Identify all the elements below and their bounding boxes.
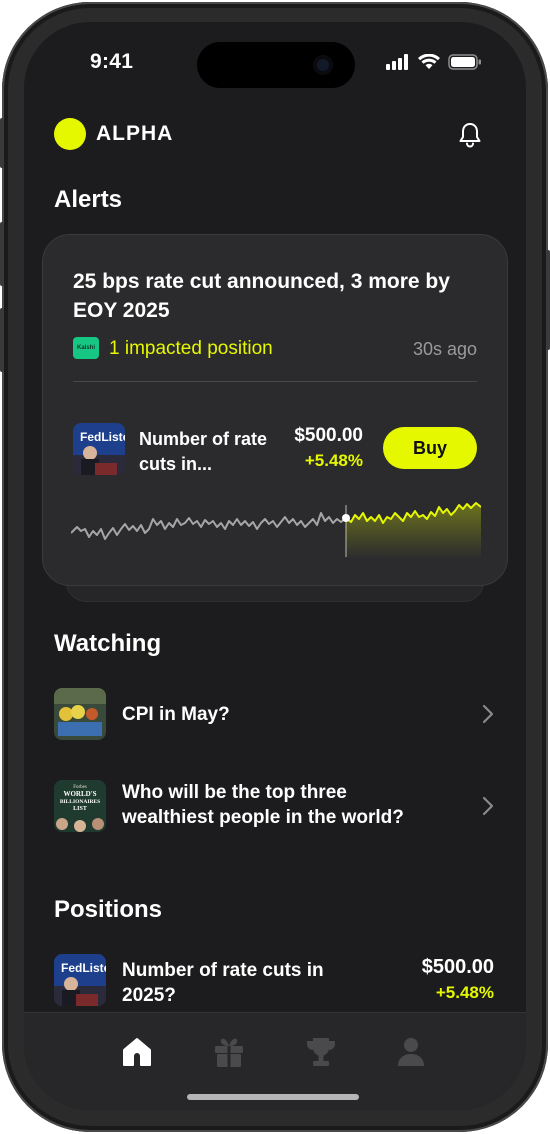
status-time: 9:41	[90, 50, 134, 73]
price-sparkline	[71, 502, 481, 559]
alert-timestamp: 30s ago	[412, 339, 477, 359]
market-price: $500.00	[294, 425, 363, 446]
bell-icon[interactable]	[458, 122, 482, 153]
chevron-right-icon	[482, 704, 494, 724]
alert-card[interactable]: 25 bps rate cut announced, 3 more by EOY…	[42, 234, 508, 586]
signal-icon	[386, 54, 408, 70]
side-button	[546, 250, 550, 350]
home-icon[interactable]	[120, 1035, 156, 1071]
watchlist-item[interactable]: CPI in May?	[54, 688, 494, 740]
side-button	[0, 222, 4, 286]
status-icons	[386, 54, 482, 70]
impacted-positions-link[interactable]: 1 impacted position	[109, 338, 273, 360]
wifi-icon	[418, 54, 440, 69]
gift-icon[interactable]	[212, 1035, 248, 1071]
dynamic-island	[197, 42, 355, 88]
alert-title: 25 bps rate cut announced, 3 more by EOY…	[73, 270, 450, 322]
market-thumbnail: FedListen	[73, 423, 125, 475]
position-thumbnail[interactable]: FedListen	[54, 954, 106, 1006]
watchlist-item-title: CPI in May?	[122, 704, 230, 725]
phone-screen: 9:41 ALPHA Alerts 25 bps rate cut announ…	[24, 22, 526, 1110]
home-indicator[interactable]	[187, 1094, 359, 1100]
market-change: +5.48%	[304, 451, 363, 470]
position-change: +5.48%	[435, 983, 494, 1002]
side-button	[0, 308, 4, 372]
alerts-title: Alerts	[54, 186, 123, 213]
cpi-thumbnail	[54, 688, 106, 740]
kalshi-badge: Kalshi	[73, 337, 99, 359]
thumbnail-text: LIST	[73, 806, 87, 812]
battery-icon	[448, 54, 481, 70]
side-button	[0, 118, 4, 168]
watchlist-item[interactable]: Forbes WORLD'S BILLIONAIRES LIST Who wil…	[54, 780, 494, 832]
forbes-thumbnail: Forbes WORLD'S BILLIONAIRES LIST	[54, 780, 106, 832]
camera-icon	[313, 55, 333, 75]
buy-button[interactable]: Buy	[383, 427, 477, 469]
app-name: ALPHA	[96, 122, 174, 145]
trophy-icon[interactable]	[304, 1035, 340, 1071]
thumbnail-text: FedListen	[61, 961, 106, 975]
chevron-right-icon	[482, 796, 494, 816]
position-title[interactable]: Number of rate cuts in 2025?	[122, 958, 362, 1008]
profile-icon[interactable]	[394, 1035, 430, 1071]
app-logo	[54, 118, 86, 150]
market-name: Number of rate cuts in...	[139, 429, 268, 474]
thumbnail-text: WORLD'S	[63, 790, 96, 798]
positions-title: Positions	[54, 896, 163, 923]
thumbnail-text: BILLIONAIRES	[60, 799, 100, 805]
thumbnail-text: FedListen	[80, 430, 125, 444]
position-price: $500.00	[421, 956, 494, 978]
divider	[73, 381, 477, 382]
watching-title: Watching	[54, 630, 162, 657]
watchlist-item-title: Who will be the top three wealthiest peo…	[122, 782, 404, 828]
